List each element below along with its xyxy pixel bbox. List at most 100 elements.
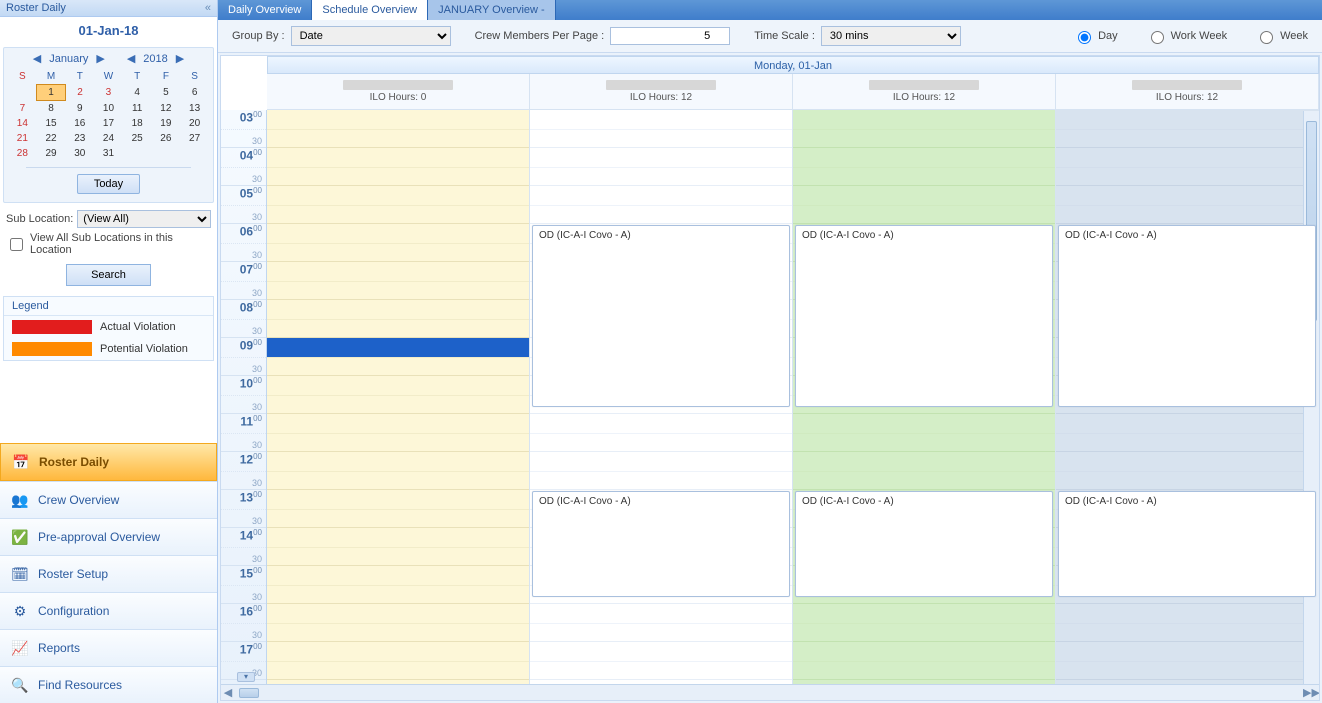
time-row: 0700 xyxy=(221,262,266,300)
lane[interactable]: OD (IC-A-I Covo - A) OD (IC-A-I Covo - A) xyxy=(793,110,1056,700)
prev-month-icon[interactable]: ◀ xyxy=(31,52,43,65)
calendar-day[interactable]: 4 xyxy=(123,85,152,101)
view-mode-group: Day Work Week Week xyxy=(1073,28,1308,44)
schedule: Monday, 01-Jan ILO Hours: 0ILO Hours: 12… xyxy=(220,55,1320,701)
calendar-day[interactable]: 6 xyxy=(180,85,209,101)
timescale-select[interactable]: 30 mins xyxy=(821,26,961,46)
module-crew-overview[interactable]: 👥Crew Overview xyxy=(0,481,217,518)
prev-year-icon[interactable]: ◀ xyxy=(125,52,137,65)
module-icon: 🗓 xyxy=(10,564,30,584)
module-configuration[interactable]: ⚙Configuration xyxy=(0,592,217,629)
lane[interactable]: OD (IC-A-I Covo - A) OD (IC-A-I Covo - A) xyxy=(530,110,793,700)
calendar-day[interactable]: 31 xyxy=(94,146,123,161)
scroll-left-icon[interactable]: ◀ xyxy=(221,686,235,699)
calendar-day[interactable]: 29 xyxy=(37,146,66,161)
calendar-day[interactable]: 18 xyxy=(123,116,152,131)
current-time-indicator xyxy=(267,338,529,357)
schedule-event[interactable]: OD (IC-A-I Covo - A) xyxy=(795,491,1053,597)
cal-year[interactable]: 2018 xyxy=(143,53,167,65)
module-icon: 📅 xyxy=(11,452,31,472)
calendar-day[interactable]: 2 xyxy=(65,85,94,101)
schedule-event[interactable]: OD (IC-A-I Covo - A) xyxy=(532,225,790,407)
calendar[interactable]: SMTWTFS 12345678910111213141516171819202… xyxy=(8,69,209,161)
view-week[interactable]: Week xyxy=(1255,28,1308,44)
horizontal-scrollbar[interactable]: ◀ ▶▶ xyxy=(221,684,1319,700)
calendar-day[interactable]: 5 xyxy=(152,85,181,101)
calendar-day[interactable]: 11 xyxy=(123,101,152,117)
calendar-day[interactable]: 21 xyxy=(8,131,37,146)
view-day[interactable]: Day xyxy=(1073,28,1118,44)
tab-schedule-overview[interactable]: Schedule Overview xyxy=(312,0,428,20)
calendar-day xyxy=(180,146,209,161)
time-row: 1600 xyxy=(221,604,266,642)
calendar-day[interactable]: 22 xyxy=(37,131,66,146)
crew-column-header[interactable]: ILO Hours: 12 xyxy=(530,74,793,110)
calendar-day[interactable]: 19 xyxy=(152,116,181,131)
module-roster-setup[interactable]: 🗓 Roster Setup xyxy=(0,555,217,592)
crew-name-redacted xyxy=(606,80,716,90)
calendar-day[interactable]: 12 xyxy=(152,101,181,117)
crew-name-redacted xyxy=(343,80,453,90)
crewpp-input[interactable] xyxy=(610,27,730,45)
schedule-event[interactable]: OD (IC-A-I Covo - A) xyxy=(532,491,790,597)
search-button[interactable]: Search xyxy=(66,264,151,286)
calendar-day[interactable]: 14 xyxy=(8,116,37,131)
view-work-week[interactable]: Work Week xyxy=(1146,28,1227,44)
schedule-event[interactable]: OD (IC-A-I Covo - A) xyxy=(1058,225,1316,407)
time-row: 0900 xyxy=(221,338,266,376)
module-find-resources[interactable]: 🔍Find Resources xyxy=(0,666,217,703)
calendar-day[interactable]: 30 xyxy=(65,146,94,161)
lane[interactable]: OD (IC-A-I Covo - A) OD (IC-A-I Covo - A) xyxy=(1056,110,1319,700)
ilo-hours: ILO Hours: 0 xyxy=(370,92,427,103)
crew-column-header[interactable]: ILO Hours: 0 xyxy=(267,74,530,110)
calendar-day[interactable]: 25 xyxy=(123,131,152,146)
today-button[interactable]: Today xyxy=(77,174,140,194)
timescale-label: Time Scale : xyxy=(754,30,815,42)
ilo-hours: ILO Hours: 12 xyxy=(630,92,692,103)
module-reports[interactable]: 📈Reports xyxy=(0,629,217,666)
collapse-sidebar-icon[interactable]: « xyxy=(205,2,211,14)
calendar-day[interactable]: 23 xyxy=(65,131,94,146)
sublocation-select[interactable]: (View All) xyxy=(77,210,211,228)
module-icon: ⚙ xyxy=(10,601,30,621)
lane[interactable] xyxy=(267,110,530,700)
calendar-day[interactable]: 1 xyxy=(37,85,66,101)
calendar-day[interactable]: 15 xyxy=(37,116,66,131)
calendar-day[interactable]: 9 xyxy=(65,101,94,117)
module-pre-approval-overview[interactable]: ✅Pre-approval Overview xyxy=(0,518,217,555)
calendar-day[interactable]: 7 xyxy=(8,101,37,117)
module-roster-daily[interactable]: 📅Roster Daily xyxy=(0,443,217,481)
view-all-subloc-checkbox[interactable] xyxy=(10,238,23,251)
calendar-day[interactable]: 20 xyxy=(180,116,209,131)
next-month-icon[interactable]: ▶ xyxy=(94,52,106,65)
time-row: 0500 xyxy=(221,186,266,224)
next-year-icon[interactable]: ▶ xyxy=(174,52,186,65)
ilo-hours: ILO Hours: 12 xyxy=(893,92,955,103)
calendar-day[interactable]: 8 xyxy=(37,101,66,117)
crew-column-header[interactable]: ILO Hours: 12 xyxy=(793,74,1056,110)
horizontal-scroll-thumb[interactable] xyxy=(239,688,259,698)
scroll-right-icon[interactable]: ▶▶ xyxy=(1303,686,1319,699)
calendar-day[interactable]: 3 xyxy=(94,85,123,101)
calendar-day[interactable]: 10 xyxy=(94,101,123,117)
calendar-day[interactable]: 13 xyxy=(180,101,209,117)
calendar-day[interactable]: 26 xyxy=(152,131,181,146)
schedule-event[interactable]: OD (IC-A-I Covo - A) xyxy=(795,225,1053,407)
calendar-day[interactable]: 16 xyxy=(65,116,94,131)
crew-column-header[interactable]: ILO Hours: 12 xyxy=(1056,74,1319,110)
tab-daily-overview[interactable]: Daily Overview xyxy=(218,0,312,20)
calendar-day[interactable]: 24 xyxy=(94,131,123,146)
tab-january-overview--[interactable]: JANUARY Overview - xyxy=(428,0,556,20)
calendar-day[interactable]: 17 xyxy=(94,116,123,131)
module-label: Roster Setup xyxy=(38,567,108,581)
time-row: 0300 xyxy=(221,110,266,148)
sidebar-title: Roster Daily xyxy=(6,2,66,14)
lanes: OD (IC-A-I Covo - A)OD (IC-A-I Covo - A)… xyxy=(267,110,1319,700)
schedule-event[interactable]: OD (IC-A-I Covo - A) xyxy=(1058,491,1316,597)
expand-down-icon[interactable]: ▾ xyxy=(237,672,255,682)
cal-month[interactable]: January xyxy=(49,53,88,65)
calendar-day[interactable]: 27 xyxy=(180,131,209,146)
legend-swatch xyxy=(12,320,92,334)
groupby-select[interactable]: Date xyxy=(291,26,451,46)
calendar-day[interactable]: 28 xyxy=(8,146,37,161)
